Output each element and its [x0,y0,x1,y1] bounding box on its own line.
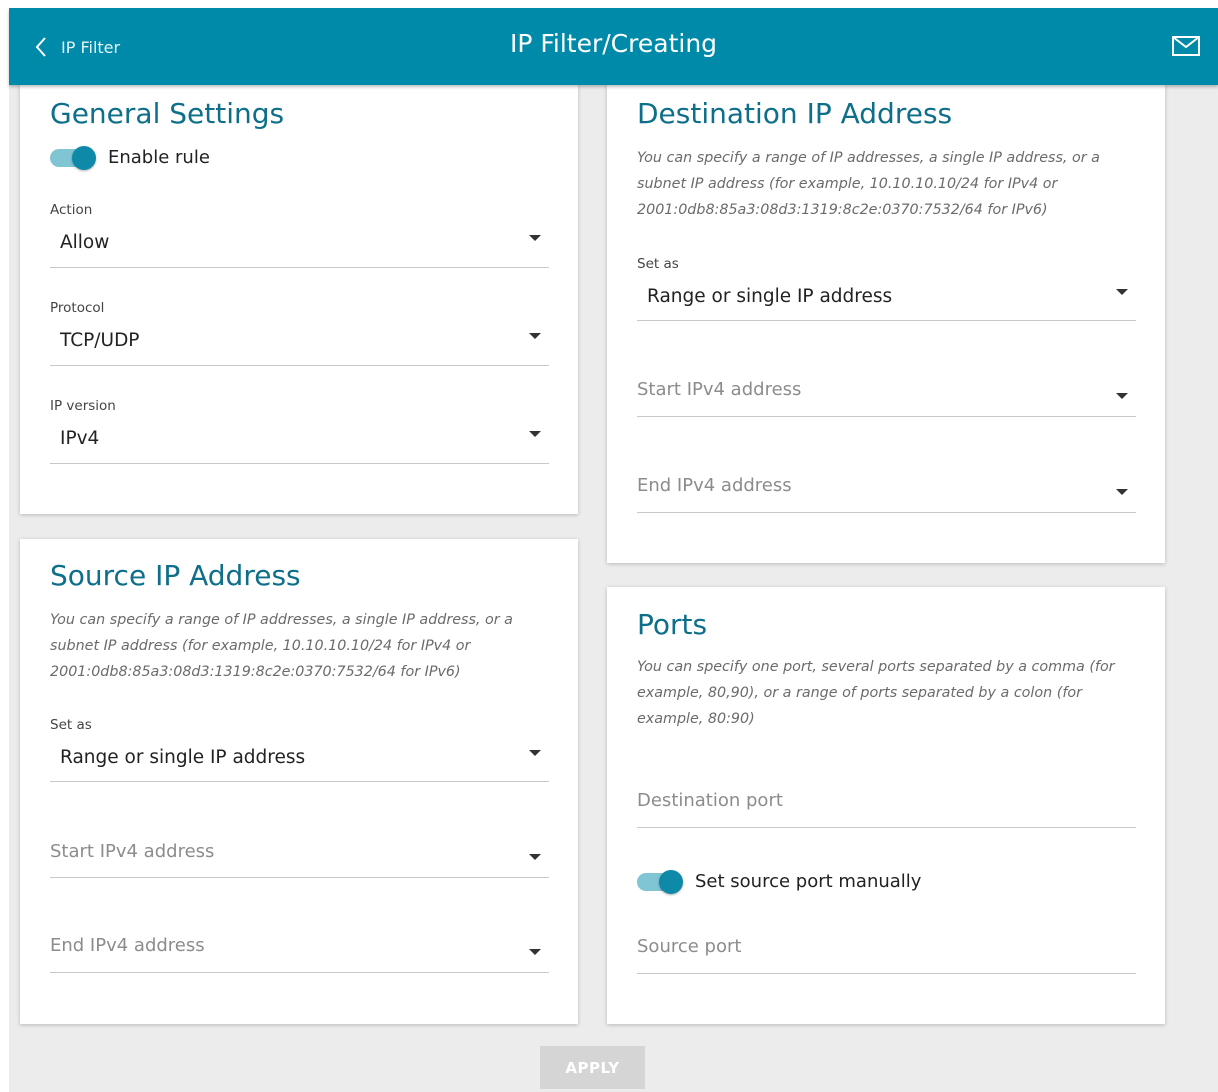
source-ip-card: Source IP Address You can specify a rang… [20,539,578,1024]
toggle-knob [659,869,683,894]
chevron-down-icon[interactable] [529,235,541,241]
action-label: Action [50,202,93,218]
destination-description: You can specify a range of IP addresses,… [637,145,1147,223]
enable-rule-toggle[interactable]: Enable rule [50,145,210,170]
source-description: You can specify a range of IP addresses,… [50,607,560,685]
source-port-manual-toggle[interactable]: Set source port manually [637,869,922,894]
source-port-manual-label: Set source port manually [695,871,922,892]
destination-ip-title: Destination IP Address [637,97,953,130]
chevron-down-icon[interactable] [529,854,541,860]
protocol-value: TCP/UDP [60,330,140,351]
set-as-label: Set as [637,256,679,272]
destination-ip-card: Destination IP Address You can specify a… [607,84,1165,563]
ports-description: You can specify one port, several ports … [637,654,1147,732]
ip-version-select[interactable]: IP version IPv4 [50,398,549,464]
set-as-label: Set as [50,717,92,733]
description-line: example, 80:90) [637,711,755,727]
protocol-label: Protocol [50,300,105,316]
destination-start-ip-input[interactable]: Start IPv4 address [637,379,1136,419]
enable-rule-label: Enable rule [108,147,210,168]
set-as-value: Range or single IP address [647,286,893,307]
mail-icon[interactable] [1172,36,1200,60]
destination-port-input[interactable]: Destination port [637,790,1136,830]
chevron-down-icon[interactable] [1116,489,1128,495]
ip-version-value: IPv4 [60,428,100,449]
description-line: example, 80,90), or a range of ports sep… [637,685,1082,701]
protocol-select[interactable]: Protocol TCP/UDP [50,300,549,366]
description-line: You can specify a range of IP addresses,… [50,612,513,628]
description-line: subnet IP address (for example, 10.10.10… [637,176,1058,192]
chevron-down-icon[interactable] [1116,289,1128,295]
chevron-down-icon[interactable] [529,949,541,955]
source-port-placeholder: Source port [637,936,742,957]
ports-card: Ports You can specify one port, several … [607,587,1165,1024]
destination-end-ip-input[interactable]: End IPv4 address [637,475,1136,515]
chevron-down-icon[interactable] [1116,393,1128,399]
chevron-down-icon[interactable] [529,431,541,437]
page-title: IP Filter/Creating [509,29,718,58]
source-port-input[interactable]: Source port [637,936,1136,976]
description-line: 2001:0db8:85a3:08d3:1319:8c2e:0370:7532/… [637,202,1048,218]
destination-set-as-select[interactable]: Set as Range or single IP address [637,256,1136,322]
end-ip-placeholder: End IPv4 address [50,935,205,956]
source-ip-title: Source IP Address [50,559,301,592]
general-settings-card: General Settings Enable rule Action Allo… [20,84,578,514]
description-line: subnet IP address (for example, 10.10.10… [50,638,471,654]
start-ip-placeholder: Start IPv4 address [637,379,802,400]
toggle-knob [72,145,96,170]
source-end-ip-input[interactable]: End IPv4 address [50,935,549,975]
destination-port-placeholder: Destination port [637,790,783,811]
source-set-as-select[interactable]: Set as Range or single IP address [50,717,549,783]
description-line: You can specify a range of IP addresses,… [637,150,1100,166]
end-ip-placeholder: End IPv4 address [637,475,792,496]
start-ip-placeholder: Start IPv4 address [50,841,215,862]
description-line: You can specify one port, several ports … [637,659,1115,675]
general-settings-title: General Settings [50,97,285,130]
chevron-down-icon[interactable] [529,333,541,339]
ports-title: Ports [637,608,708,641]
description-line: 2001:0db8:85a3:08d3:1319:8c2e:0370:7532/… [50,664,461,680]
top-bar: IP Filter IP Filter/Creating [9,8,1218,85]
source-start-ip-input[interactable]: Start IPv4 address [50,839,549,879]
ip-version-label: IP version [50,398,116,414]
apply-button[interactable]: APPLY [540,1046,645,1089]
action-select[interactable]: Action Allow [50,202,549,268]
action-value: Allow [60,232,110,253]
set-as-value: Range or single IP address [60,747,306,768]
chevron-down-icon[interactable] [529,750,541,756]
